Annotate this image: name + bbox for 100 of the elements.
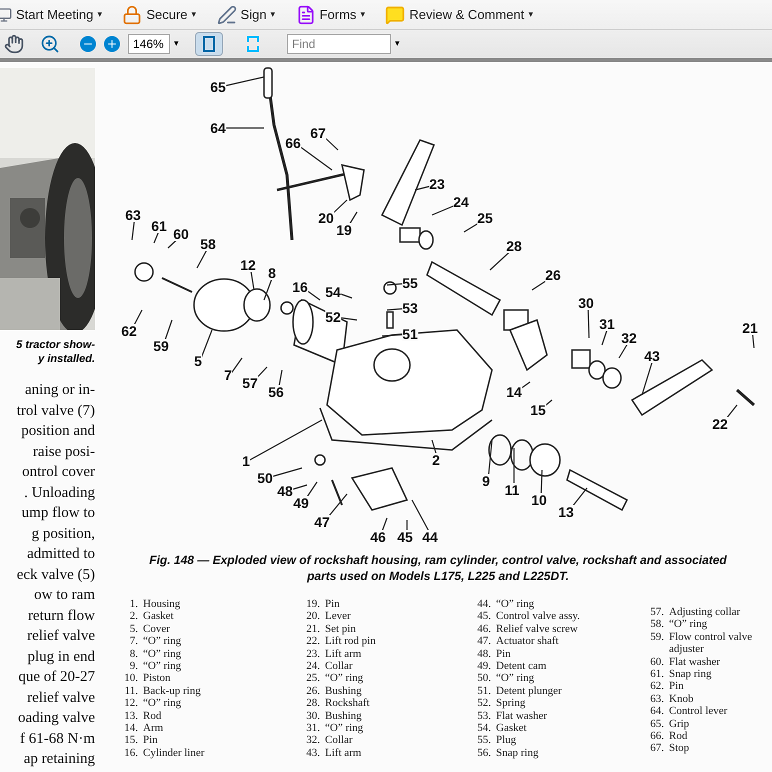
body-text-line: que of 20-27	[18, 668, 95, 687]
callout-number: 1	[242, 454, 250, 468]
callout-number: 51	[402, 327, 418, 341]
callout-number: 26	[545, 268, 561, 282]
legend-number: 58.	[649, 618, 664, 631]
callout-number: 23	[429, 177, 445, 191]
legend-number: 13.	[123, 710, 138, 722]
body-text-line: raise posi-	[32, 442, 95, 462]
body-text-line: g position,	[32, 524, 95, 544]
fit-width-button[interactable]	[195, 32, 223, 56]
zoom-out-button[interactable]	[80, 36, 96, 52]
callout-number: 13	[558, 505, 574, 519]
legend-label: Pin	[669, 680, 684, 693]
body-text-line: ump flow to	[22, 504, 95, 523]
legend-label: Arm	[143, 722, 164, 734]
legend-label: Grip	[669, 718, 690, 730]
legend-label: Rod	[669, 730, 688, 742]
legend-number: 11.	[124, 684, 138, 698]
callout-number: 45	[397, 530, 413, 544]
legend-number: 5.	[128, 622, 138, 636]
machine-part	[529, 443, 561, 477]
legend-label: Detent plunger	[496, 684, 562, 698]
legend-number: 12.	[123, 697, 138, 710]
machine-part	[314, 454, 326, 466]
legend-number: 8.	[128, 648, 138, 660]
machine-part	[350, 467, 408, 511]
legend-number: 16.	[123, 746, 138, 760]
legend-number: 44.	[476, 598, 491, 610]
legend-label: “O” ring	[496, 672, 534, 685]
callout-number: 59	[153, 339, 169, 353]
legend-number: 53.	[476, 710, 491, 722]
legend-number: 57.	[649, 606, 664, 618]
menu-button[interactable]: Start Meeting ▾	[0, 4, 106, 24]
menu-button[interactable]: Forms ▾	[292, 4, 370, 24]
legend-number: 47.	[476, 635, 491, 648]
legend-label: Rockshaft	[325, 697, 370, 710]
legend-label: Actuator shaft	[496, 635, 559, 648]
zoom-in-button[interactable]	[104, 36, 120, 52]
body-text-line: position and	[21, 422, 95, 441]
legend-label: Lift rod pin	[325, 635, 376, 648]
legend-label: Plug	[496, 734, 516, 747]
callout-number: 31	[599, 317, 615, 331]
legend-number: 51.	[476, 684, 491, 698]
callout-number: 60	[173, 227, 189, 241]
callout-number: 24	[453, 195, 469, 209]
callout-number: 62	[121, 324, 137, 338]
body-text-line: oading valve	[18, 709, 95, 728]
callout-number: 53	[402, 301, 418, 315]
callout-number: 57	[242, 376, 258, 390]
legend-label: Piston	[143, 672, 171, 685]
menu-button[interactable]: Review & Comment ▾	[381, 4, 538, 24]
callout-number: 20	[318, 211, 334, 225]
legend-label: Adjusting collar	[669, 606, 740, 618]
legend-number: 22.	[305, 635, 320, 648]
legend-label: Control lever	[669, 705, 728, 718]
legend-label: “O” ring	[496, 598, 534, 610]
callout-number: 22	[712, 417, 728, 431]
legend-number: 19.	[305, 598, 320, 610]
legend-label: Housing	[143, 598, 180, 610]
legend-label: Snap ring	[669, 668, 712, 680]
legend-number: 59.	[649, 630, 664, 645]
callout-number: 61	[151, 219, 167, 233]
zoom-field[interactable]: 146%	[128, 34, 170, 54]
plus-icon	[106, 38, 118, 50]
callout-number: 14	[506, 385, 522, 399]
legend-label: Gasket	[496, 722, 527, 734]
body-text-line: ap retaining	[24, 750, 95, 769]
callout-number: 65	[210, 80, 226, 94]
legend-label: Cylinder liner	[143, 746, 204, 760]
legend-label: Pin	[143, 734, 158, 747]
legend-number: 52.	[476, 697, 491, 710]
menu-button[interactable]: Sign ▾	[212, 4, 280, 24]
legend-number: 32.	[305, 734, 320, 747]
machine-part	[383, 281, 397, 295]
legend-label: Detent cam	[496, 660, 546, 672]
menu-button[interactable]: Secure ▾	[118, 4, 201, 24]
callout-number: 7	[224, 368, 232, 382]
callout-number: 54	[325, 285, 341, 299]
callout-number: 32	[621, 331, 637, 345]
legend-label: Collar	[325, 734, 352, 747]
figure-caption: Fig. 148 — Exploded view of rockshaft housing, ram cylinder, control valve, rockshaft and associated	[149, 552, 727, 568]
body-text-line: ontrol cover	[22, 463, 95, 482]
legend-label: Relief valve screw	[496, 622, 578, 636]
legend-label: Flat washer	[496, 710, 548, 722]
find-caret[interactable]: ▾	[395, 37, 400, 51]
hand-tool-icon[interactable]	[4, 34, 24, 54]
zoom-icon[interactable]	[40, 34, 60, 54]
body-text-line: eck valve (5)	[16, 566, 95, 584]
legend-number: 30.	[305, 710, 320, 722]
callout-number: 50	[257, 471, 273, 485]
callout-number: 52	[325, 310, 341, 324]
form-icon	[296, 4, 316, 24]
legend-label: “O” ring	[669, 618, 708, 631]
body-text-line: admitted to	[27, 545, 95, 564]
legend-number: 60.	[649, 656, 664, 668]
find-field[interactable]: Find	[287, 34, 391, 54]
zoom-caret[interactable]: ▾	[174, 37, 179, 51]
legend-label: Lift arm	[325, 746, 362, 760]
screen-icon	[0, 6, 12, 22]
legend-label: Stop	[669, 742, 690, 755]
